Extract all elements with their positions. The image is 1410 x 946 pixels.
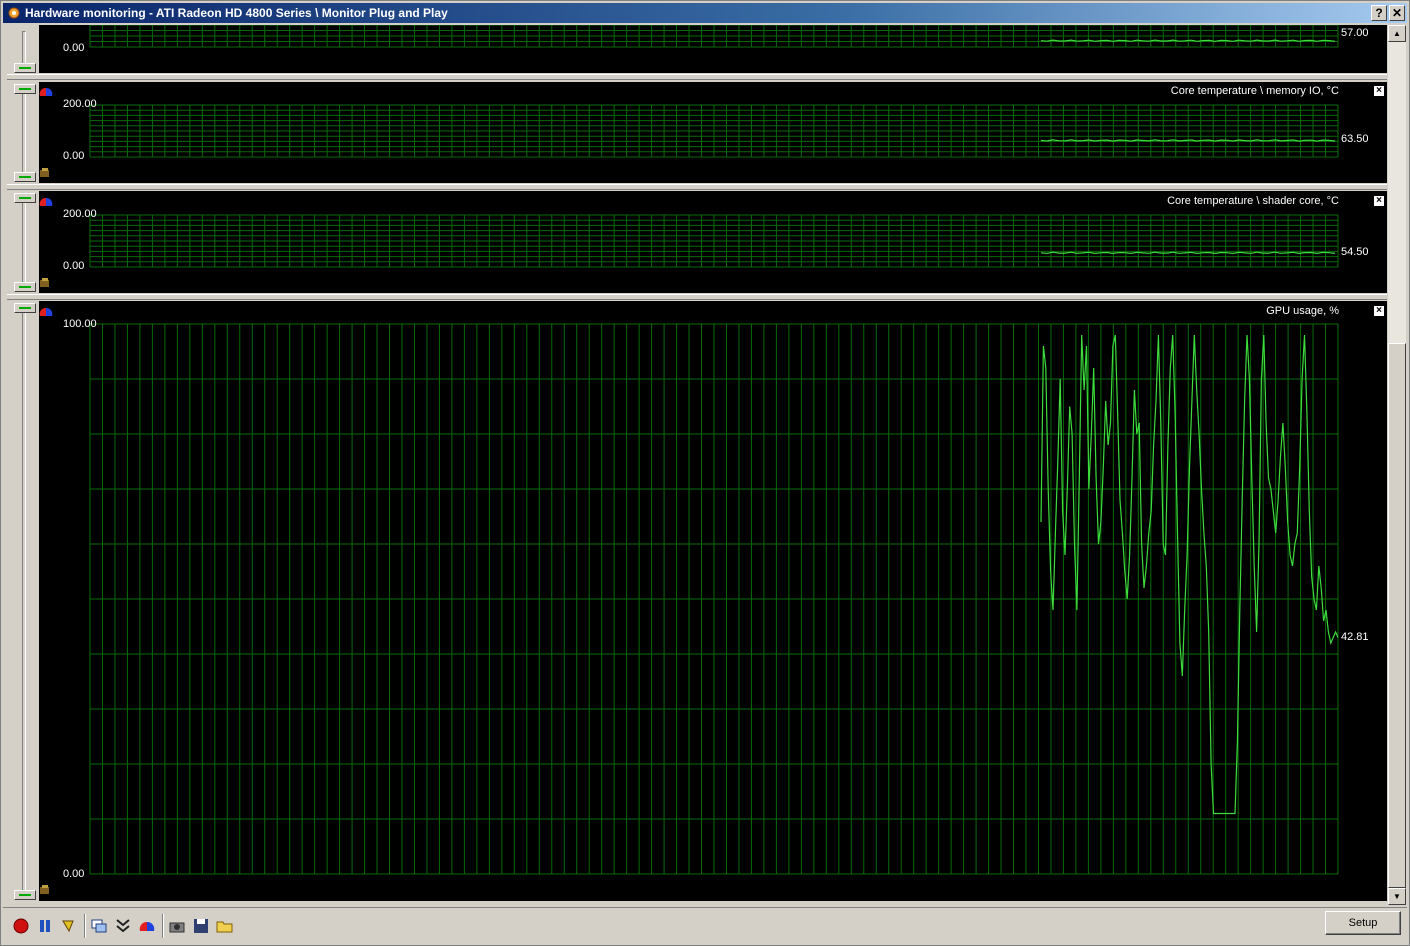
slider-track	[22, 307, 26, 893]
record-icon[interactable]	[11, 916, 31, 936]
panel-top: 0.00 57.00	[7, 25, 1387, 73]
toolbar-divider	[84, 914, 86, 938]
current-value: 42.81	[1341, 631, 1369, 643]
panel-top-handle[interactable]	[9, 25, 39, 73]
bottom-toolbar: Setup	[3, 907, 1407, 943]
panel-memory-handle[interactable]	[9, 82, 39, 183]
y-max-label: 200.00	[63, 98, 97, 110]
slider-knob[interactable]	[14, 63, 36, 73]
y-min-label: 0.00	[63, 42, 85, 54]
panel-shader-handle[interactable]	[9, 191, 39, 293]
panel-gpu-usage: 100.00 0.00 GPU usage, % × 42.81	[7, 301, 1387, 901]
remove-graph-close-icon[interactable]: ×	[1373, 85, 1385, 97]
panel-memory-io: 200.00 0.00 Core temperature \ memory IO…	[7, 82, 1387, 183]
title-bar[interactable]: Hardware monitoring - ATI Radeon HD 4800…	[3, 3, 1407, 23]
screenshot-icon[interactable]	[167, 916, 187, 936]
color-gauge-icon[interactable]	[39, 195, 53, 207]
current-value: 57.00	[1341, 27, 1369, 39]
current-value: 54.50	[1341, 246, 1369, 258]
setup-button[interactable]: Setup	[1325, 911, 1401, 935]
y-min-label: 0.00	[63, 868, 85, 880]
gauge-icon[interactable]	[137, 916, 157, 936]
highlight-icon[interactable]	[59, 916, 79, 936]
current-value: 63.50	[1341, 133, 1369, 145]
panel-separator[interactable]	[7, 184, 1387, 190]
panel-separator[interactable]	[7, 294, 1387, 300]
graph-top: 0.00 57.00	[39, 25, 1387, 73]
graph-plot	[89, 104, 1339, 158]
window-title: Hardware monitoring - ATI Radeon HD 4800…	[25, 6, 448, 20]
slider-knob[interactable]	[14, 282, 36, 292]
windows-icon[interactable]	[89, 916, 109, 936]
help-button[interactable]: ?	[1371, 5, 1387, 21]
slider-knob[interactable]	[14, 172, 36, 182]
hardware-monitoring-window: Hardware monitoring - ATI Radeon HD 4800…	[0, 0, 1410, 946]
panel-separator[interactable]	[7, 74, 1387, 80]
y-max-label: 100.00	[63, 318, 97, 330]
panel-shader-core: 200.00 0.00 Core temperature \ shader co…	[7, 191, 1387, 293]
graph-shader-core: 200.00 0.00 Core temperature \ shader co…	[39, 191, 1387, 293]
y-min-label: 0.00	[63, 150, 85, 162]
slider-knob[interactable]	[14, 193, 36, 203]
slider-track	[22, 88, 26, 175]
open-folder-icon[interactable]	[215, 916, 235, 936]
properties-icon[interactable]	[39, 885, 51, 895]
remove-graph-close-icon[interactable]: ×	[1373, 195, 1385, 207]
panel-gpu-handle[interactable]	[9, 301, 39, 901]
y-max-label: 200.00	[63, 208, 97, 220]
graph-title: Core temperature \ shader core, °C	[1167, 195, 1339, 207]
slider-knob[interactable]	[14, 890, 36, 900]
toolbar-divider	[162, 914, 164, 938]
properties-icon[interactable]	[39, 168, 51, 178]
y-min-label: 0.00	[63, 260, 85, 272]
slider-track	[22, 31, 26, 65]
color-gauge-icon[interactable]	[39, 85, 53, 97]
collapse-icon[interactable]	[113, 916, 133, 936]
graph-plot	[89, 323, 1339, 875]
slider-track	[22, 197, 26, 285]
scroll-down-arrow-icon[interactable]: ▼	[1388, 888, 1406, 905]
series-line	[1040, 334, 1339, 815]
remove-graph-close-icon[interactable]: ×	[1373, 305, 1385, 317]
close-button[interactable]: ✕	[1389, 5, 1405, 21]
pause-icon[interactable]	[35, 916, 55, 936]
scroll-up-arrow-icon[interactable]: ▲	[1388, 25, 1406, 42]
save-icon[interactable]	[191, 916, 211, 936]
properties-icon[interactable]	[39, 278, 51, 288]
afterburner-app-icon	[8, 7, 20, 19]
graphs-area: 0.00 57.00 200.00 0.00 Core temperature …	[7, 25, 1387, 903]
graph-plot	[89, 25, 1339, 48]
scroll-thumb[interactable]	[1388, 343, 1406, 888]
vertical-scrollbar[interactable]: ▲ ▼	[1388, 25, 1406, 905]
graph-title: GPU usage, %	[1266, 305, 1339, 317]
color-gauge-icon[interactable]	[39, 305, 53, 317]
slider-knob[interactable]	[14, 84, 36, 94]
slider-knob[interactable]	[14, 303, 36, 313]
graph-gpu-usage: 100.00 0.00 GPU usage, % × 42.81	[39, 301, 1387, 901]
graph-memory-io: 200.00 0.00 Core temperature \ memory IO…	[39, 82, 1387, 183]
graph-title: Core temperature \ memory IO, °C	[1170, 85, 1339, 97]
